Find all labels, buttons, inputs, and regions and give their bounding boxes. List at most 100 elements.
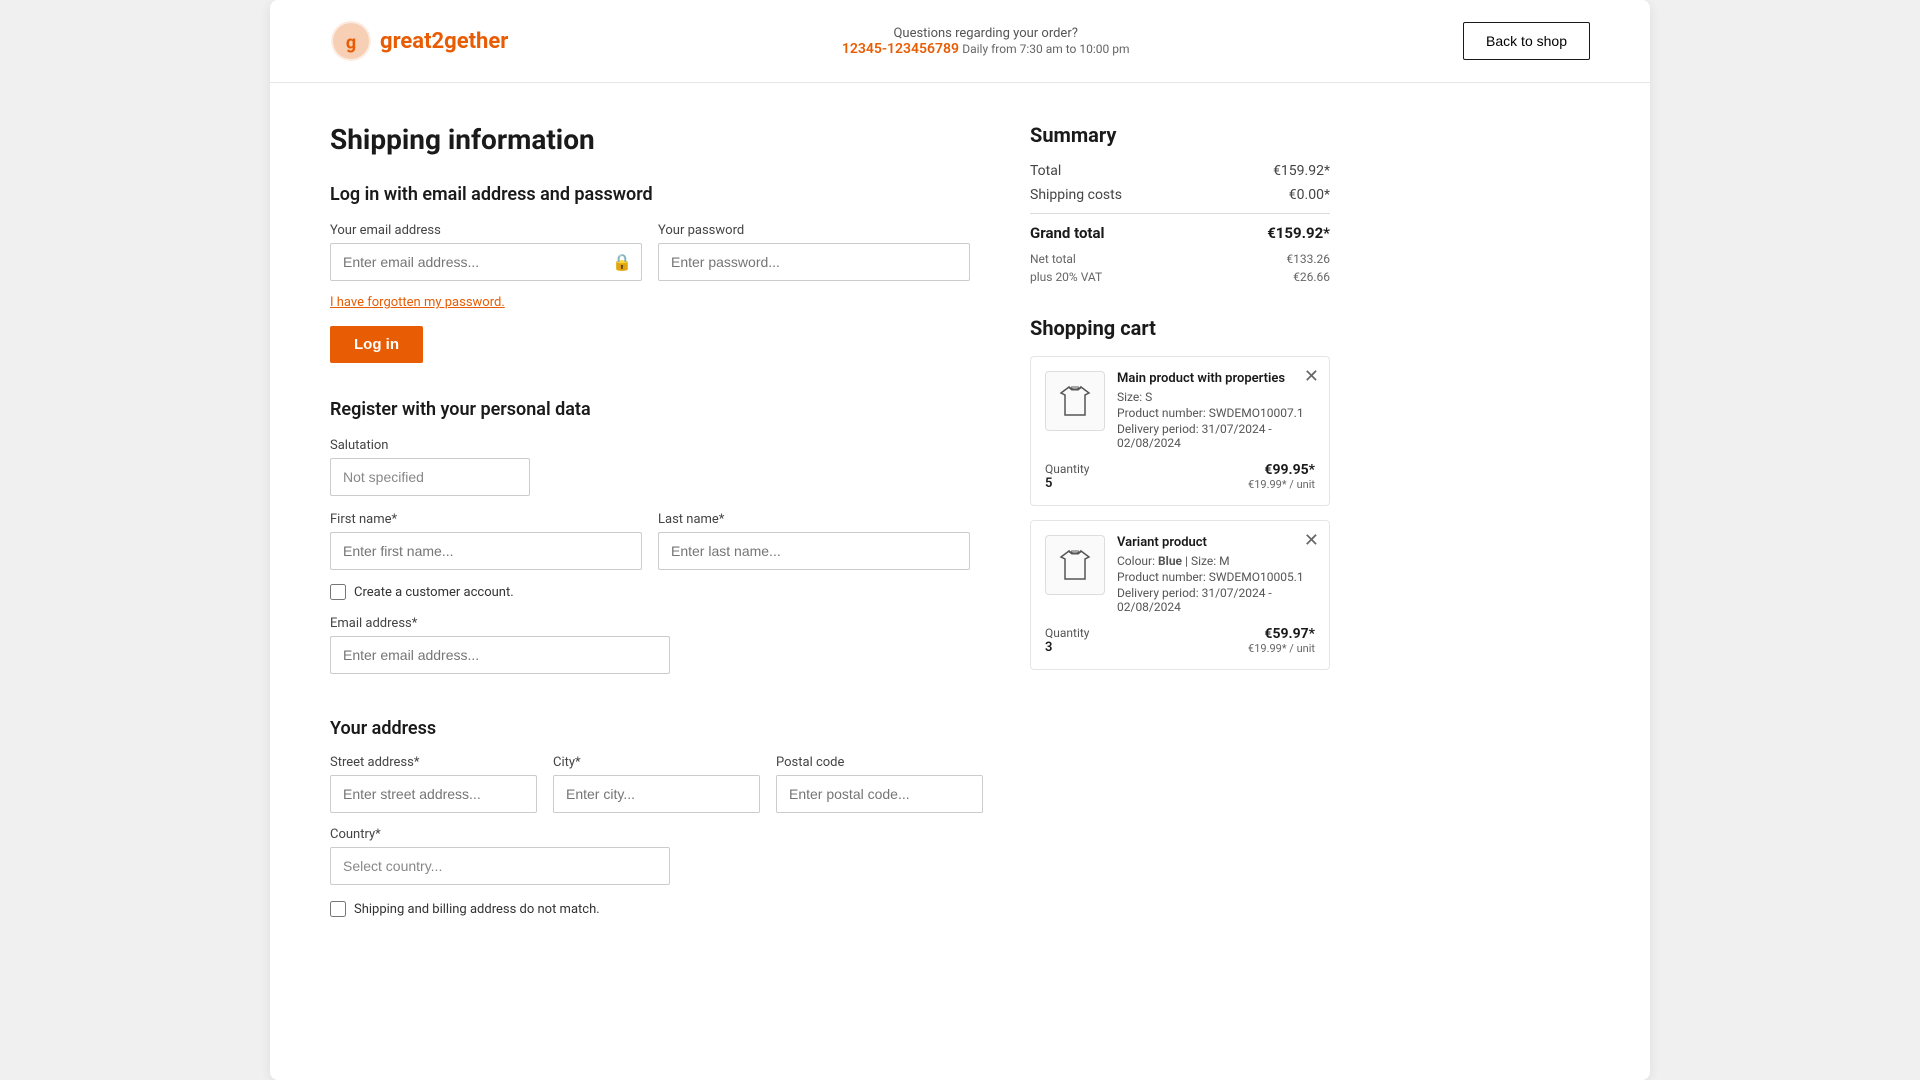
cart-box: Shopping cart ✕ — [1030, 316, 1330, 670]
summary-title: Summary — [1030, 123, 1330, 147]
cart-item-image-2 — [1045, 535, 1105, 595]
cart-item: ✕ Main product with properties — [1030, 356, 1330, 506]
postal-input[interactable] — [776, 775, 983, 813]
cart-item-name-1: Main product with properties — [1117, 371, 1315, 386]
main-content: Shipping information Log in with email a… — [270, 83, 1650, 993]
city-input[interactable] — [553, 775, 760, 813]
cart-item-info-2: Variant product Colour: Blue | Size: M P… — [1117, 535, 1315, 616]
login-email-password-row: Your email address 🔒 Your password — [330, 223, 970, 281]
last-name-field: Last name* — [658, 512, 970, 570]
cart-item-info-1: Main product with properties Size: S Pro… — [1117, 371, 1315, 452]
register-email-field: Email address* — [330, 616, 970, 674]
logo: g great2gether — [330, 20, 508, 62]
form-section: Shipping information Log in with email a… — [330, 123, 970, 953]
postal-label: Postal code — [776, 755, 983, 770]
email-input-wrapper: 🔒 — [330, 243, 642, 281]
address-block: Your address Street address* City* Posta… — [330, 710, 970, 917]
address-section-title: Your address — [330, 710, 970, 739]
summary-net-row: Net total €133.26 — [1030, 252, 1330, 266]
country-select[interactable]: Select country... Germany Austria Switze… — [330, 847, 670, 885]
summary-net-label: Net total — [1030, 252, 1076, 266]
cart-item-top-1: Main product with properties Size: S Pro… — [1045, 371, 1315, 452]
summary-total-label: Total — [1030, 163, 1061, 179]
address-row-1: Street address* City* Postal code — [330, 755, 970, 813]
summary-vat-value: €26.66 — [1293, 270, 1330, 284]
cart-item-top-2: Variant product Colour: Blue | Size: M P… — [1045, 535, 1315, 616]
summary-total-row: Total €159.92* — [1030, 163, 1330, 179]
summary-grand-total-row: Grand total €159.92* — [1030, 224, 1330, 242]
billing-mismatch-label[interactable]: Shipping and billing address do not matc… — [354, 902, 600, 917]
salutation-select[interactable]: Not specified Mr. Ms. Mx. — [330, 458, 530, 496]
country-field: Country* Select country... Germany Austr… — [330, 827, 670, 885]
billing-mismatch-row: Shipping and billing address do not matc… — [330, 901, 970, 917]
logo-icon: g — [330, 20, 372, 62]
register-email-label: Email address* — [330, 616, 970, 631]
logo-text: great2gether — [380, 29, 508, 54]
street-label: Street address* — [330, 755, 537, 770]
register-email-input[interactable] — [330, 636, 670, 674]
summary-divider — [1030, 213, 1330, 214]
first-name-label: First name* — [330, 512, 642, 527]
email-label: Your email address — [330, 223, 642, 238]
summary-vat-label: plus 20% VAT — [1030, 270, 1102, 284]
password-label: Your password — [658, 223, 970, 238]
cart-item-2: ✕ Variant product Colour — [1030, 520, 1330, 670]
header: g great2gether Questions regarding your … — [270, 0, 1650, 83]
summary-shipping-row: Shipping costs €0.00* — [1030, 187, 1330, 203]
shirt-icon-2 — [1055, 545, 1095, 585]
page-title: Shipping information — [330, 123, 970, 156]
last-name-label: Last name* — [658, 512, 970, 527]
contact-hours: Daily from 7:30 am to 10:00 pm — [962, 42, 1129, 56]
email-input[interactable] — [330, 243, 642, 281]
city-field: City* — [553, 755, 760, 813]
name-row: First name* Last name* — [330, 512, 970, 570]
last-name-input[interactable] — [658, 532, 970, 570]
cart-remove-button-2[interactable]: ✕ — [1304, 531, 1319, 549]
first-name-input[interactable] — [330, 532, 642, 570]
salutation-field: Salutation Not specified Mr. Ms. Mx. — [330, 438, 970, 496]
country-label: Country* — [330, 827, 670, 842]
cart-item-size-1: Size: S — [1117, 390, 1315, 404]
cart-price-2: €59.97* €19.99* / unit — [1248, 626, 1315, 655]
cart-qty-1: Quantity 5 — [1045, 462, 1089, 491]
salutation-label: Salutation — [330, 438, 970, 453]
cart-item-product-number-1: Product number: SWDEMO10007.1 — [1117, 406, 1315, 420]
password-input[interactable] — [658, 243, 970, 281]
cart-remove-button-1[interactable]: ✕ — [1304, 367, 1319, 385]
shirt-icon-1 — [1055, 381, 1095, 421]
city-label: City* — [553, 755, 760, 770]
cart-item-delivery-1: Delivery period: 31/07/2024 - 02/08/2024 — [1117, 422, 1315, 450]
cart-item-colour-2: Colour: Blue | Size: M — [1117, 554, 1315, 568]
svg-text:g: g — [346, 32, 356, 53]
login-button[interactable]: Log in — [330, 326, 423, 363]
customer-account-checkbox[interactable] — [330, 584, 346, 600]
cart-item-bottom-2: Quantity 3 €59.97* €19.99* / unit — [1045, 626, 1315, 655]
postal-field: Postal code — [776, 755, 983, 813]
summary-box: Summary Total €159.92* Shipping costs €0… — [1030, 123, 1330, 284]
cart-price-1: €99.95* €19.99* / unit — [1248, 462, 1315, 491]
contact-phone: 12345-123456789 — [842, 41, 959, 57]
cart-item-product-number-2: Product number: SWDEMO10005.1 — [1117, 570, 1315, 584]
summary-grand-total-label: Grand total — [1030, 224, 1105, 242]
password-field-container: Your password — [658, 223, 970, 281]
cart-item-delivery-2: Delivery period: 31/07/2024 - 02/08/2024 — [1117, 586, 1315, 614]
cart-qty-2: Quantity 3 — [1045, 626, 1089, 655]
header-contact: Questions regarding your order? 12345-12… — [842, 26, 1130, 57]
summary-grand-total-value: €159.92* — [1267, 224, 1330, 242]
summary-total-value: €159.92* — [1273, 163, 1330, 179]
first-name-field: First name* — [330, 512, 642, 570]
register-block: Register with your personal data Salutat… — [330, 399, 970, 674]
street-field: Street address* — [330, 755, 537, 813]
login-section-title: Log in with email address and password — [330, 184, 970, 205]
customer-account-row: Create a customer account. — [330, 584, 970, 600]
register-section-title: Register with your personal data — [330, 399, 970, 420]
street-input[interactable] — [330, 775, 537, 813]
lock-icon: 🔒 — [612, 253, 632, 272]
email-field-container: Your email address 🔒 — [330, 223, 642, 281]
customer-account-label[interactable]: Create a customer account. — [354, 585, 514, 600]
cart-title: Shopping cart — [1030, 316, 1330, 340]
billing-mismatch-checkbox[interactable] — [330, 901, 346, 917]
back-to-shop-button[interactable]: Back to shop — [1463, 22, 1590, 60]
forgot-password-link[interactable]: I have forgotten my password. — [330, 295, 970, 310]
summary-shipping-label: Shipping costs — [1030, 187, 1122, 203]
